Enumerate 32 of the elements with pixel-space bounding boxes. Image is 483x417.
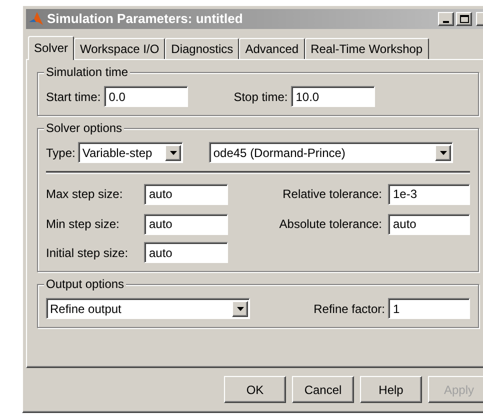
tab[interactable]: Workspace I/O	[74, 38, 166, 59]
tab[interactable]: Real-Time Workshop	[304, 38, 429, 59]
text-field[interactable]: 1	[388, 298, 470, 319]
field-label: Absolute tolerance:	[279, 217, 382, 231]
dialog-button[interactable]: OK	[224, 376, 286, 403]
group-title: Simulation time	[44, 65, 130, 79]
group-title: Solver options	[44, 121, 124, 135]
group-title: Output options	[44, 277, 126, 291]
field-label: Initial step size:	[46, 244, 130, 262]
text-field[interactable]: auto	[144, 242, 228, 263]
text-field[interactable]: 0.0	[104, 86, 188, 107]
text-field[interactable]: auto	[388, 214, 470, 234]
tab[interactable]: Advanced	[239, 38, 305, 59]
dropdown[interactable]: Refine output	[46, 298, 250, 319]
dropdown[interactable]: Variable-step	[78, 142, 184, 163]
text-field[interactable]: auto	[144, 214, 228, 234]
text-field[interactable]: 1e-3	[388, 184, 470, 204]
field-label: Min step size:	[46, 216, 120, 233]
field-label: Max step size:	[46, 186, 124, 203]
text-field[interactable]: auto	[144, 184, 228, 204]
window-title: Simulation Parameters: untitled	[47, 10, 243, 28]
field-label: Relative tolerance:	[282, 187, 382, 201]
field-label: Type:	[46, 144, 76, 162]
field-label: Refine factor:	[314, 300, 385, 318]
tab[interactable]: Solver	[28, 36, 74, 60]
field-label: Start time:	[46, 88, 101, 106]
dialog-button[interactable]: Cancel	[292, 376, 354, 403]
dropdown[interactable]: ode45 (Dormand-Prince)	[209, 142, 454, 163]
text-field[interactable]: 10.0	[290, 86, 375, 107]
dialog-button[interactable]: Help	[360, 376, 422, 403]
tab[interactable]: Diagnostics	[165, 38, 240, 59]
field-label: Stop time:	[234, 88, 288, 106]
